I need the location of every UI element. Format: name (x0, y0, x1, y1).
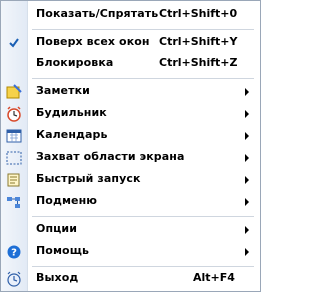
submenu-arrow-icon (245, 248, 249, 256)
submenu-arrow-icon (245, 176, 249, 184)
menu-item-label: Быстрый запуск (36, 172, 141, 185)
menu-item-options[interactable]: Опции (1, 219, 260, 241)
menu-item-calendar[interactable]: Календарь (1, 125, 260, 147)
menu-item-shortcut: Ctrl+Shift+0 (159, 7, 238, 20)
menu-item-shortcut: Ctrl+Shift+Y (159, 35, 238, 48)
menu-item-label: Выход (36, 271, 79, 284)
menu-item-label: Помощь (36, 244, 90, 257)
menu-item-shortcut: Ctrl+Shift+Z (159, 56, 238, 69)
context-menu: Показать/Спрятать Ctrl+Shift+0 Поверх вс… (0, 0, 261, 292)
menu-separator (32, 29, 254, 30)
menu-item-label: Заметки (36, 84, 90, 97)
submenu-arrow-icon (245, 198, 249, 206)
quick-launch-icon (5, 172, 23, 188)
menu-item-label: Календарь (36, 128, 108, 141)
menu-item-quick-launch[interactable]: Быстрый запуск (1, 169, 260, 191)
menu-item-notes[interactable]: Заметки (1, 81, 260, 103)
menu-item-label: Поверх всех окон (36, 35, 150, 48)
menu-item-exit[interactable]: Выход Alt+F4 (1, 268, 260, 290)
help-icon: ? (5, 244, 23, 260)
exit-icon (5, 271, 23, 287)
submenu-arrow-icon (245, 154, 249, 162)
menu-item-screen-capture[interactable]: Захват области экрана (1, 147, 260, 169)
menu-item-label: Захват области экрана (36, 150, 185, 163)
menu-item-label: Подменю (36, 194, 98, 207)
submenu-arrow-icon (245, 88, 249, 96)
menu-item-submenu[interactable]: Подменю (1, 191, 260, 213)
menu-item-show-hide[interactable]: Показать/Спрятать Ctrl+Shift+0 (1, 4, 260, 26)
checkmark-icon (5, 35, 23, 51)
menu-item-alarm[interactable]: Будильник (1, 103, 260, 125)
menu-separator (32, 78, 254, 79)
menu-item-help[interactable]: ? Помощь (1, 241, 260, 263)
notes-icon (5, 84, 23, 100)
submenu-arrow-icon (245, 132, 249, 140)
menu-item-always-on-top[interactable]: Поверх всех окон Ctrl+Shift+Y (1, 32, 260, 54)
submenu-icon (5, 194, 23, 210)
calendar-icon (5, 128, 23, 144)
menu-separator (32, 216, 254, 217)
menu-item-label: Показать/Спрятать (36, 7, 159, 20)
menu-separator (32, 266, 254, 267)
svg-text:?: ? (11, 248, 17, 259)
screen-capture-icon (5, 150, 23, 166)
alarm-clock-icon (5, 106, 23, 122)
submenu-arrow-icon (245, 226, 249, 234)
menu-item-label: Блокировка (36, 56, 114, 69)
menu-item-label: Опции (36, 222, 78, 235)
menu-item-shortcut: Alt+F4 (193, 271, 235, 284)
menu-item-label: Будильник (36, 106, 107, 119)
menu-item-lock[interactable]: Блокировка Ctrl+Shift+Z (1, 53, 260, 75)
submenu-arrow-icon (245, 110, 249, 118)
